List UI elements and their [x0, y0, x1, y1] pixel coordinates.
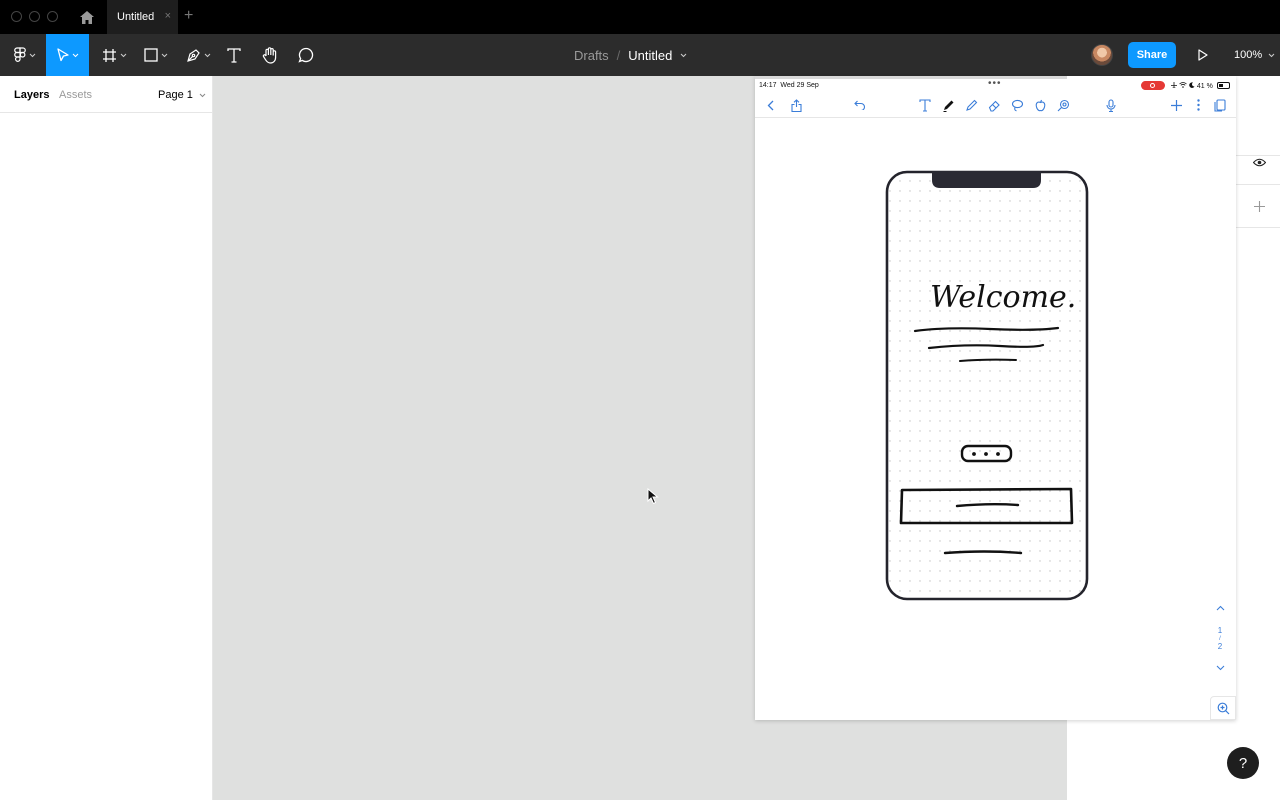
page-selector[interactable]: Page 1 — [158, 89, 206, 101]
zoom-button[interactable] — [1210, 696, 1236, 720]
sketch-welcome-text: Welcome. — [930, 280, 1076, 315]
share-button[interactable]: Share — [1128, 42, 1176, 68]
pen-tool-icon — [186, 48, 200, 62]
move-tool-button[interactable] — [46, 34, 89, 76]
move-tool-icon — [56, 48, 69, 62]
sketch-drawing: Welcome. — [885, 170, 1089, 601]
chevron-down-icon — [120, 53, 126, 57]
chevron-down-icon — [1216, 665, 1224, 671]
breadcrumb: Drafts / Untitled — [574, 34, 687, 76]
mouse-cursor-icon — [647, 488, 659, 505]
panel-divider — [1236, 227, 1280, 228]
frame-tool-button[interactable] — [97, 34, 131, 76]
tab-layers[interactable]: Layers — [14, 89, 49, 101]
page-selector-label: Page 1 — [158, 89, 193, 101]
hand-tool-icon — [262, 46, 277, 64]
file-name[interactable]: Untitled — [628, 48, 672, 63]
figma-menu-icon — [14, 47, 26, 62]
help-button[interactable]: ? — [1227, 747, 1259, 779]
present-button[interactable] — [1192, 34, 1214, 76]
shape-tool-button[interactable] — [139, 34, 173, 76]
page-indicator: 1 / 2 — [1211, 626, 1229, 652]
add-button[interactable] — [1251, 198, 1267, 214]
chevron-down-icon — [72, 53, 78, 57]
phone-outline — [885, 170, 1089, 601]
ipad-window: 14:17 Wed 29 Sep ••• 41 % Welcome. 1 / 2 — [755, 76, 1236, 720]
left-panel-header: Layers Assets Page 1 — [0, 76, 212, 113]
total-pages: 2 — [1217, 642, 1223, 651]
chevron-down-icon — [161, 53, 168, 57]
maximize-window-button[interactable] — [47, 11, 58, 22]
pen-tool-button[interactable] — [181, 34, 215, 76]
chevron-down-icon[interactable] — [680, 53, 687, 58]
home-icon — [80, 10, 94, 24]
frame-tool-icon — [102, 48, 116, 62]
title-bar: Untitled × + — [0, 0, 1280, 34]
eye-icon — [1252, 158, 1266, 166]
text-tool-icon — [227, 47, 241, 63]
hand-tool-button[interactable] — [256, 34, 284, 76]
left-panel: Layers Assets Page 1 — [0, 76, 213, 800]
chevron-up-icon — [1216, 605, 1224, 611]
zoom-in-icon — [1217, 702, 1229, 714]
breadcrumb-drafts[interactable]: Drafts — [574, 48, 609, 63]
current-page: 1 — [1217, 626, 1223, 635]
panel-divider — [1236, 184, 1280, 185]
file-tab-title: Untitled — [117, 11, 155, 23]
avatar[interactable] — [1091, 44, 1113, 66]
shape-tool-icon — [144, 48, 158, 62]
plus-icon — [1253, 200, 1265, 212]
tab-assets[interactable]: Assets — [59, 89, 92, 101]
page-up-button[interactable] — [1211, 604, 1229, 613]
minimize-window-button[interactable] — [29, 11, 40, 22]
file-tab[interactable]: Untitled × — [107, 0, 178, 34]
visibility-toggle[interactable] — [1251, 154, 1267, 170]
phone-notch — [932, 171, 1041, 188]
zoom-dropdown[interactable]: 100% — [1234, 34, 1275, 76]
close-tab-icon[interactable]: × — [165, 11, 171, 22]
chevron-down-icon — [29, 53, 36, 57]
main-toolbar: Drafts / Untitled Share 100% — [0, 34, 1280, 76]
comment-tool-button[interactable] — [292, 34, 320, 76]
home-button[interactable] — [72, 0, 102, 34]
main-menu-button[interactable] — [6, 34, 44, 76]
new-tab-button[interactable]: + — [184, 7, 193, 25]
zoom-level: 100% — [1234, 49, 1263, 61]
close-window-button[interactable] — [11, 11, 22, 22]
chevron-down-icon — [199, 93, 206, 98]
chevron-down-icon — [1268, 53, 1275, 57]
chevron-down-icon — [204, 53, 210, 57]
text-tool-button[interactable] — [221, 34, 247, 76]
play-icon — [1198, 49, 1208, 61]
comment-tool-icon — [298, 47, 314, 63]
page-down-button[interactable] — [1211, 664, 1229, 673]
breadcrumb-separator: / — [616, 47, 621, 63]
